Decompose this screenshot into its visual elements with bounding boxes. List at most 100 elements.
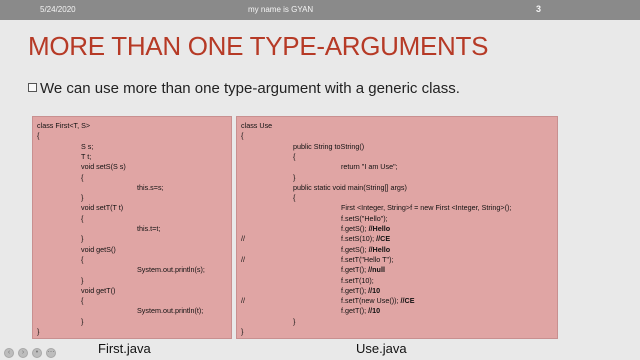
first-code-line: { [33, 255, 231, 265]
use-code-line: public static void main(String[] args) [237, 183, 557, 193]
first-code-line: T t; [33, 152, 231, 162]
code-text: f.setS("Hello"); [341, 213, 388, 223]
use-code-line: f.getT(); //10 [237, 306, 557, 316]
slide-page-number: 3 [536, 4, 542, 14]
code-text: public String toString() [293, 141, 365, 151]
code-result-comment: //10 [368, 285, 381, 295]
next-slide-icon[interactable]: › [18, 348, 28, 358]
first-code-line: this.t=t; [33, 224, 231, 234]
use-code-line: f.setS("Hello"); [237, 214, 557, 224]
code-text: f.setT(new Use()); //CE [341, 296, 415, 306]
code-text: { [293, 193, 296, 203]
first-java-caption: First.java [98, 341, 151, 356]
code-result-comment: //CE [400, 296, 415, 306]
slide-title: MORE THAN ONE TYPE-ARGUMENTS [28, 31, 489, 61]
use-code-line: } [237, 173, 557, 183]
code-result-comment: //null [368, 265, 385, 275]
code-text: f.getT(); //10 [341, 285, 381, 295]
code-text: } [81, 193, 84, 203]
code-text: f.setT(10); [341, 275, 374, 285]
code-text: f.getT(); //null [341, 265, 385, 275]
commented-out-marker: // [241, 234, 245, 244]
code-text: { [37, 131, 40, 141]
use-code-line: { [237, 152, 557, 162]
bullet-square-icon [28, 83, 37, 92]
first-code-line: { [33, 296, 231, 306]
use-code-line: { [237, 193, 557, 203]
code-text: class First<T, S> [37, 121, 91, 130]
use-code-line: f.getS(); //Hello [237, 224, 557, 234]
first-code-line: void setS(S s) [33, 162, 231, 172]
code-result-comment: //Hello [368, 224, 391, 233]
first-code-line: { [33, 173, 231, 183]
pen-tool-icon[interactable]: • [32, 348, 42, 358]
code-text: } [81, 316, 84, 326]
first-code-line: { [33, 131, 231, 141]
use-code-line: return "I am Use"; [237, 162, 557, 172]
code-text: System.out.println(s); [137, 265, 205, 275]
code-text: void setT(T t) [81, 203, 124, 213]
code-text: } [37, 327, 40, 336]
code-text: class Use [241, 121, 273, 130]
code-text: f.setS(10); //CE [341, 234, 391, 244]
first-code-line: void getS() [33, 245, 231, 255]
first-code-line: System.out.println(s); [33, 265, 231, 275]
code-text: } [293, 316, 296, 326]
code-text: { [293, 151, 296, 161]
code-text: { [81, 296, 84, 306]
code-result-comment: //CE [376, 234, 391, 244]
code-text: f.getS(); //Hello [341, 224, 391, 233]
use-code-line: f.getT(); //10 [237, 286, 557, 296]
first-code-line: } [33, 276, 231, 286]
code-text: f.getS(); //Hello [341, 244, 391, 254]
code-text: void setS(S s) [81, 162, 126, 172]
use-code-line: class Use [237, 121, 557, 131]
first-code-line: } [33, 193, 231, 203]
code-text: First <Integer, String>f = new First <In… [341, 203, 512, 213]
first-code-line: } [33, 327, 231, 337]
use-java-caption: Use.java [356, 341, 407, 356]
code-text: { [241, 131, 244, 141]
use-code-line: First <Integer, String>f = new First <In… [237, 203, 557, 213]
code-text: System.out.println(t); [137, 306, 204, 316]
slide-menu-icon[interactable]: ⋯ [46, 348, 56, 358]
first-code-line: class First<T, S> [33, 121, 231, 131]
code-text: } [293, 172, 296, 182]
code-text: void getT() [81, 285, 116, 295]
first-code-line: } [33, 234, 231, 244]
first-code-line: { [33, 214, 231, 224]
first-code-line: void setT(T t) [33, 203, 231, 213]
code-text: return "I am Use"; [341, 162, 398, 172]
code-text: S s; [81, 141, 94, 151]
use-code-line: // f.setT("Hello T"); [237, 255, 557, 265]
first-java-code-panel: class First<T, S>{S s; T t; void setS(S s)… [32, 116, 232, 339]
code-text: { [81, 254, 84, 264]
use-code-line: f.setT(10); [237, 276, 557, 286]
first-code-line: void getT() [33, 286, 231, 296]
first-code-line: this.s=s; [33, 183, 231, 193]
code-text: } [241, 327, 244, 336]
use-code-line: } [237, 317, 557, 327]
prev-slide-icon[interactable]: ‹ [4, 348, 14, 358]
slide-date: 5/24/2020 [40, 5, 76, 14]
code-text: f.setT("Hello T"); [341, 254, 394, 264]
code-text: { [81, 172, 84, 182]
code-text: { [81, 213, 84, 223]
use-code-line: // f.setS(10); //CE [237, 234, 557, 244]
bullet-point: We can use more than one type-argument w… [28, 80, 460, 97]
use-code-line: } [237, 327, 557, 337]
code-text: void getS() [81, 244, 116, 254]
first-code-line: System.out.println(t); [33, 306, 231, 316]
use-java-code-panel: class Use{public String toString(){retur… [236, 116, 558, 339]
code-text: public static void main(String[] args) [293, 182, 407, 192]
commented-out-marker: // [241, 254, 245, 264]
commented-out-marker: // [241, 296, 245, 306]
code-result-comment: //Hello [368, 244, 391, 254]
code-text: T t; [81, 151, 92, 161]
code-text: f.getT(); //10 [341, 306, 381, 316]
code-text: this.s=s; [137, 182, 164, 192]
code-text: } [81, 234, 84, 244]
code-result-comment: //10 [368, 306, 381, 316]
slide-header-bar: 5/24/2020 my name is GYAN 3 [0, 0, 640, 20]
code-text: this.t=t; [137, 224, 161, 233]
